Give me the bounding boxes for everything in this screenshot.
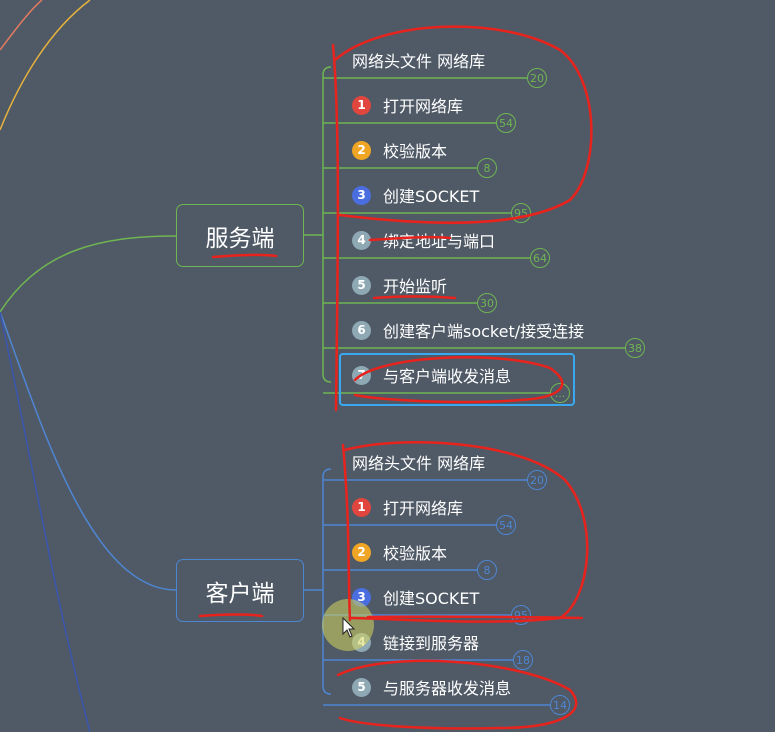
item-label: 校验版本 — [383, 544, 448, 563]
client-item-2[interactable]: 1 打开网络库 — [352, 495, 463, 519]
child-count-badge[interactable]: 64 — [530, 248, 550, 268]
item-label: 网络头文件 网络库 — [352, 454, 486, 473]
child-count-badge[interactable]: 8 — [477, 560, 497, 580]
mouse-pointer-icon — [342, 617, 356, 638]
item-label: 打开网络库 — [383, 97, 464, 116]
item-label: 打开网络库 — [383, 499, 464, 518]
server-item-2[interactable]: 1 打开网络库 — [352, 93, 463, 117]
item-label: 绑定地址与端口 — [383, 232, 496, 251]
item-label: 与服务器收发消息 — [383, 679, 512, 698]
child-count-badge[interactable]: 95 — [511, 605, 531, 625]
server-node[interactable]: 服务端 — [176, 204, 304, 267]
client-node-label: 客户端 — [205, 580, 275, 607]
server-item-3[interactable]: 2 校验版本 — [352, 138, 447, 162]
item-label: 网络头文件 网络库 — [352, 52, 486, 71]
client-item-6[interactable]: 5 与服务器收发消息 — [352, 675, 511, 699]
server-item-6[interactable]: 5 开始监听 — [352, 273, 447, 297]
server-node-label: 服务端 — [205, 225, 275, 252]
step-number-badge: 6 — [352, 320, 371, 340]
child-count-badge[interactable]: 20 — [527, 470, 547, 490]
server-item-7[interactable]: 6 创建客户端socket/接受连接 — [352, 318, 584, 342]
step-number-badge: 5 — [352, 275, 371, 295]
step-number-badge: 5 — [352, 677, 371, 697]
child-count-badge[interactable]: 18 — [513, 650, 533, 670]
child-count-badge[interactable]: 54 — [496, 515, 516, 535]
step-number-badge: 2 — [352, 542, 371, 562]
client-item-4[interactable]: 3 创建SOCKET — [352, 585, 479, 609]
server-item-5[interactable]: 4 绑定地址与端口 — [352, 228, 495, 252]
child-count-badge[interactable]: 95 — [511, 203, 531, 223]
step-number-badge: 4 — [352, 230, 371, 250]
item-label: 校验版本 — [383, 142, 448, 161]
child-count-badge[interactable]: 30 — [477, 293, 497, 313]
client-node[interactable]: 客户端 — [176, 559, 304, 622]
server-item-4[interactable]: 3 创建SOCKET — [352, 183, 479, 207]
step-number-badge: 1 — [352, 95, 371, 115]
child-count-badge[interactable]: 54 — [496, 113, 516, 133]
item-label: 创建SOCKET — [383, 187, 480, 206]
child-count-badge[interactable]: 38 — [625, 338, 645, 358]
item-label: 链接到服务器 — [383, 634, 480, 653]
client-item-1[interactable]: 网络头文件 网络库 — [352, 450, 485, 474]
step-number-badge: 2 — [352, 140, 371, 160]
client-item-3[interactable]: 2 校验版本 — [352, 540, 447, 564]
child-count-badge[interactable]: 8 — [477, 158, 497, 178]
child-count-badge[interactable]: 14 — [550, 695, 570, 715]
item-label: 创建SOCKET — [383, 589, 480, 608]
item-label: 开始监听 — [383, 277, 448, 296]
step-number-badge: 1 — [352, 497, 371, 517]
step-number-badge: 3 — [352, 185, 371, 205]
item-label: 创建客户端socket/接受连接 — [383, 322, 585, 341]
server-item-1[interactable]: 网络头文件 网络库 — [352, 48, 485, 72]
child-count-badge[interactable]: 20 — [527, 68, 547, 88]
selected-node-outline — [339, 353, 575, 406]
